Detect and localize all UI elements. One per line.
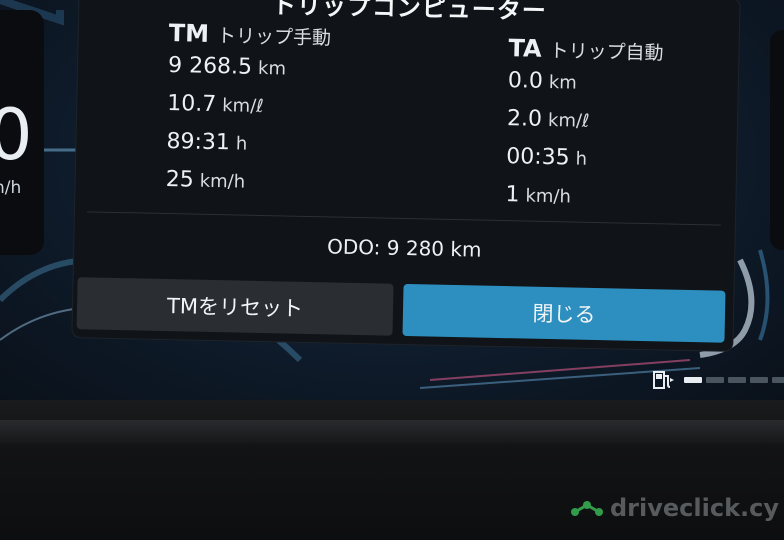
fuel-segment [728,377,746,383]
value: 89:31 [166,128,231,156]
fuel-segment [772,377,784,383]
value: 00:35 [505,144,570,171]
value: 0.0 [507,68,544,94]
trip-auto-code: TA [508,34,542,63]
fuel-segment [750,377,768,383]
trip-manual-time: 89:31 h [166,129,329,170]
trip-computer-dialog: トリップコンピューター TM トリップ手動 9 268.5 km 10.7 km… [72,0,740,351]
trip-manual-label: トリップ手動 [216,25,332,50]
odometer-readout: ODO: 9 280 km [326,234,482,262]
unit: km/h [199,170,246,193]
bezel-lip [0,420,784,444]
unit: km/h [525,185,572,208]
trip-manual-code: TM [168,19,210,48]
speed-unit-fragment: n/h [0,178,22,198]
watermark-text: driveclick.cy [610,494,780,522]
unit: km/ℓ [547,109,590,132]
value: 2.0 [506,106,543,132]
trip-manual-fuel-economy: 10.7 km/ℓ [167,91,330,132]
unit: h [235,133,248,155]
value: 1 [505,182,520,208]
reset-tm-button[interactable]: TMをリセット [76,277,394,336]
unit: km [548,71,578,94]
right-gauge-panel [770,30,784,250]
trip-auto-fuel-economy: 2.0 km/ℓ [507,106,663,147]
value: 25 [165,166,194,193]
fuel-segment [706,377,724,383]
fuel-pump-icon [653,371,674,389]
unit: h [575,148,588,170]
trip-manual-distance: 9 268.5 km [168,53,331,94]
trip-auto-header: TA トリップ自動 [508,34,664,65]
fuel-level-bar [684,377,784,383]
trip-auto-distance: 0.0 km [507,68,663,109]
trip-auto-time: 00:35 h [506,144,662,185]
trip-manual-header: TM トリップ手動 [168,19,331,50]
close-button[interactable]: 閉じる [402,283,726,343]
fuel-gauge [652,370,784,390]
value: 10.7 [167,90,217,118]
trip-manual-avg-speed: 25 km/h [165,167,328,208]
instrument-screen: 0 n/h トリップコンピューター TM トリップ手動 9 268.5 km 1… [0,0,784,400]
trip-manual-column: TM トリップ手動 9 268.5 km 10.7 km/ℓ 89:31 h 2… [165,19,331,208]
watermark: driveclick.cy [570,494,779,522]
watermark-logo-icon [571,501,603,516]
unit: km [257,57,287,80]
speed-value-fragment: 0 [0,94,33,176]
trip-auto-label: トリップ自動 [549,39,664,65]
trip-auto-avg-speed: 1 km/h [505,182,661,223]
trip-auto-column: TA トリップ自動 0.0 km 2.0 km/ℓ 00:35 h 1 km/h [505,34,664,223]
unit: km/ℓ [222,95,264,118]
value: 9 268.5 [167,52,253,80]
fuel-segment [684,377,702,383]
